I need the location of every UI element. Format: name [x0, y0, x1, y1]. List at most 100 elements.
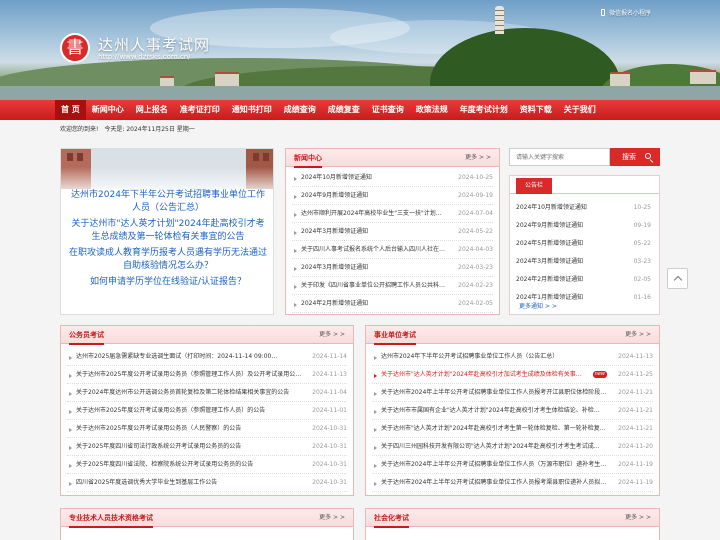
slide-link[interactable]: 达州市2024年下半年公开考试招聘事业单位工作人员（公告汇总） [61, 189, 273, 215]
nav-item-downloads[interactable]: 资料下载 [514, 100, 558, 120]
nav-item-register[interactable]: 网上报名 [130, 100, 174, 120]
news-center-panel: 新闻中心 更多 > > 2024年10月新增领证通知 2024-10-25 202… [285, 148, 500, 315]
nav-item-policy[interactable]: 政策法规 [410, 100, 454, 120]
item-title: 关于2025年度四川省法院、检察院系统公开考试录用公务员的公告 [76, 461, 254, 468]
professional-more-link[interactable]: 更多 > > [319, 509, 345, 527]
logo-seal-icon: 書 [60, 33, 90, 63]
list-item[interactable]: 达州市2025届急需紧缺专业选调生面试（打印时间：2024-11-14 09:0… [67, 348, 347, 366]
search-input[interactable] [509, 148, 610, 166]
list-item[interactable]: 2024年5月新增领证通知 05-22 [516, 235, 651, 253]
list-item[interactable]: 2024年3月新增领证通知 2024-05-22 [292, 223, 493, 241]
nav-item-certificate[interactable]: 证书查询 [366, 100, 410, 120]
item-date: 2024-10-31 [312, 443, 347, 450]
list-item[interactable]: 2024年9月新增领证通知 09-19 [516, 217, 651, 235]
list-item[interactable]: 达州市2024年下半年公开考试招聘事业单位工作人员（公告汇总） 2024-11-1… [372, 348, 653, 366]
civil-more-link[interactable]: 更多 > > [319, 326, 345, 344]
list-item[interactable]: 关于2025年度四川省法院、检察院系统公开考试录用公务员的公告 2024-10-3… [67, 456, 347, 474]
featured-slideshow: 达州市2024年下半年公开考试招聘事业单位工作人员（公告汇总） 关于达州市"达人… [60, 148, 274, 315]
list-item[interactable]: 关于四川人事考试报名系统个人后台输入四川人社在… 2024-04-03 [292, 241, 493, 259]
list-item[interactable]: 关于达州市2024年上半年公开考试招聘事业单位工作人员（万源市职位）递补考生… 2… [372, 456, 653, 474]
list-item[interactable]: 关于达州市"达人英才计划"2024年赴高校引才考生第一轮体检复检、第一轮补检复…… [372, 420, 653, 438]
list-item[interactable]: 关于达州市2024年上半年公开考试招聘事业单位工作人员报考渠县职位递补人员拟… 2… [372, 474, 653, 492]
institution-more-link[interactable]: 更多 > > [625, 326, 651, 344]
list-item[interactable]: 2024年10月新增领证通知 2024-10-25 [292, 169, 493, 187]
item-title: 关于达州市2024年上半年公开考试招聘事业单位工作人员（万源市职位）递补考生… [381, 461, 607, 468]
professional-exam-panel: 专业技术人员技术资格考试 更多 > > [60, 508, 354, 540]
site-url: http://www.dzrsks.com.cn/ [98, 53, 191, 61]
nav-item-home[interactable]: 首 页 [55, 100, 86, 120]
slide-link[interactable]: 如何申请学历学位在线验证/认证报告？ [61, 276, 273, 289]
notice-more-link[interactable]: 更多通知 > > [519, 301, 557, 310]
search-button-label: 搜索 [622, 153, 636, 161]
list-item[interactable]: 四川省2025年度选调优秀大学毕业生到基层工作公告 2024-10-31 [67, 474, 347, 492]
list-item[interactable]: 达州市顺利开展2024年高校毕业生"三支一扶"计划… 2024-07-04 [292, 205, 493, 223]
item-title: 关于达州市2025年度公开考试录用公务员（参照管理工作人员）及公开考试录用公… [76, 371, 302, 378]
slide-link[interactable]: 在职攻读成人教育学历报考人员遇有学历无法通过自助核验情况怎么办？ [61, 247, 273, 273]
nav-item-admission-ticket[interactable]: 准考证打印 [174, 100, 226, 120]
panel-header: 社会化考试 更多 > > [366, 509, 659, 528]
nav-item-score-review[interactable]: 成绩复查 [322, 100, 366, 120]
item-date: 2024-11-19 [618, 479, 653, 486]
search-button[interactable]: 搜索 [610, 148, 660, 166]
list-item[interactable]: 2024年10月新增领证通知 10-25 [516, 199, 651, 217]
item-date: 2024-10-31 [312, 479, 347, 486]
site-logo[interactable]: 書 达州人事考试网 http://www.dzrsks.com.cn/ [60, 33, 210, 63]
panel-title: 新闻中心 [294, 149, 322, 168]
item-title: 关于达州市2025年度公开考试录用公务员（参照管理工作人员）的公告 [76, 407, 266, 414]
list-item[interactable]: 关于2024年度达州市公开选调公务员首轮复检及第二轮体检结果相关事宜的公告 202… [67, 384, 347, 402]
back-to-top-button[interactable] [667, 268, 688, 289]
list-item[interactable]: 关于达州市2025年度公开考试录用公务员（参照管理工作人员）的公告 2024-11… [67, 402, 347, 420]
mini-program-link[interactable]: 微信报名小程序 [601, 8, 651, 17]
item-date: 2024-11-01 [312, 407, 347, 414]
item-title: 关于2025年度四川省司法行政系统公开考试录用公务员的公告 [76, 443, 242, 450]
social-more-link[interactable]: 更多 > > [625, 509, 651, 527]
list-item[interactable]: 2024年2月新增领证通知 02-05 [516, 271, 651, 289]
item-title: 关于印发《四川省事业单位公开招聘工作人员公共科… [301, 282, 446, 289]
list-item[interactable]: 关于达州市"达人英才计划"2024年赴高校引才加试考生成绩及体检有关事宜的公告 n… [372, 366, 653, 384]
notice-board: 公告栏 2024年10月新增领证通知 10-25 2024年9月新增领证通知 09-… [509, 175, 660, 315]
panel-title: 社会化考试 [374, 509, 409, 528]
item-title: 关于2024年度达州市公开选调公务员首轮复检及第二轮体检结果相关事宜的公告 [76, 389, 290, 396]
news-more-link[interactable]: 更多 > > [465, 149, 491, 167]
pagoda-tower [495, 6, 504, 34]
list-item[interactable]: 关于2025年度四川省司法行政系统公开考试录用公务员的公告 2024-10-31 [67, 438, 347, 456]
item-date: 2024-11-04 [312, 389, 347, 396]
item-date: 2024-11-21 [618, 425, 653, 432]
item-date: 2024-11-20 [618, 443, 653, 450]
list-item[interactable]: 关于达州市2025年度公开考试录用公务员（人民警察）的公告 2024-10-31 [67, 420, 347, 438]
list-item[interactable]: 2024年2月新增领证通知 2024-02-05 [292, 295, 493, 313]
list-item[interactable]: 关于达州市2025年度公开考试录用公务员（参照管理工作人员）及公开考试录用公… 2… [67, 366, 347, 384]
item-date: 2024-11-25 [618, 371, 653, 378]
item-date: 01-16 [633, 294, 651, 301]
site-header: 書 达州人事考试网 http://www.dzrsks.com.cn/ 微信报名… [0, 0, 720, 100]
window-decor [77, 153, 83, 161]
item-title: 2024年1月新增领证通知 [516, 294, 584, 301]
today-date: 今天是: 2024年11月25日 星期一 [104, 126, 195, 133]
item-title: 关于达州市市属国有企业"达人英才计划"2024年赴高校引才考生体检结论、补检… [381, 407, 600, 414]
list-item[interactable]: 关于达州市市属国有企业"达人英才计划"2024年赴高校引才考生体检结论、补检… 2… [372, 402, 653, 420]
notice-list: 2024年10月新增领证通知 10-25 2024年9月新增领证通知 09-19 2… [516, 199, 651, 307]
item-date: 2024-02-23 [458, 282, 493, 289]
item-title: 关于四川人事考试报名系统个人后台输入四川人社在… [301, 246, 446, 253]
list-item[interactable]: 2024年9月新增领证通知 2024-09-19 [292, 187, 493, 205]
item-title: 2024年5月新增领证通知 [516, 240, 584, 247]
list-item[interactable]: 2024年3月新增领证通知 03-23 [516, 253, 651, 271]
item-title: 关于达州市2025年度公开考试录用公务员（人民警察）的公告 [76, 425, 242, 432]
item-title: 达州市2024年下半年公开考试招聘事业单位工作人员（公告汇总） [381, 353, 559, 360]
list-item[interactable]: 关于印发《四川省事业单位公开招聘工作人员公共科… 2024-02-23 [292, 277, 493, 295]
list-item[interactable]: 2024年3月新增领证通知 2024-03-23 [292, 259, 493, 277]
item-title: 达州市顺利开展2024年高校毕业生"三支一扶"计划… [301, 210, 442, 217]
list-item[interactable]: 关于达州市2024年上半年公开考试招聘事业单位工作人员报考开江县职位体检阶段补…… [372, 384, 653, 402]
nav-item-annual-plan[interactable]: 年度考试计划 [454, 100, 514, 120]
nav-item-about[interactable]: 关于我们 [558, 100, 602, 120]
civil-service-panel: 公务员考试 更多 > > 达州市2025届急需紧缺专业选调生面试（打印时间：20… [60, 325, 354, 496]
nav-item-notice-print[interactable]: 通知书打印 [226, 100, 278, 120]
item-title: 四川省2025年度选调优秀大学毕业生到基层工作公告 [76, 479, 218, 486]
nav-item-news[interactable]: 新闻中心 [86, 100, 130, 120]
list-item[interactable]: 关于四川三州园科技开发有限公司"达人英才计划"2024年赴高校引才考生考试成… 2… [372, 438, 653, 456]
notice-tab[interactable]: 公告栏 [516, 178, 552, 194]
slide-link[interactable]: 关于达州市"达人英才计划"2024年赴高校引才考生总成绩及第一轮体检有关事宜的公… [61, 218, 273, 244]
item-date: 2024-10-25 [458, 174, 493, 181]
nav-item-score-query[interactable]: 成绩查询 [278, 100, 322, 120]
item-date: 2024-02-05 [458, 300, 493, 307]
